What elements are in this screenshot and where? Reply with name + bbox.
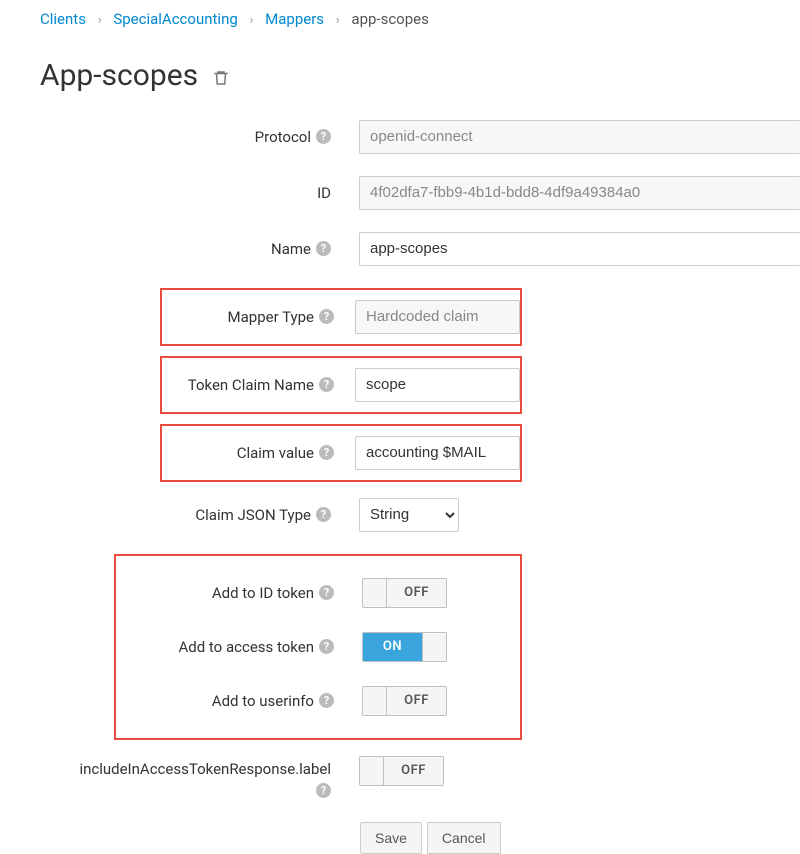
label-mapper-type: Mapper Type ? [162, 308, 348, 326]
form: Protocol ? ID Name ? Mapper Type ? [0, 120, 800, 854]
row-id: ID [0, 176, 800, 210]
toggle-handle [422, 633, 446, 661]
row-protocol: Protocol ? [0, 120, 800, 154]
toggle-label: OFF [387, 687, 446, 715]
label-claim-value-text: Claim value [237, 444, 314, 462]
label-token-claim-name-text: Token Claim Name [188, 376, 314, 394]
save-button[interactable]: Save [360, 822, 422, 854]
help-icon[interactable]: ? [319, 445, 334, 460]
label-include-access-token-response-text: includeInAccessTokenResponse.label [0, 760, 331, 778]
highlight-claim-value: Claim value ? [160, 424, 522, 482]
toggle-add-userinfo[interactable]: OFF [362, 686, 447, 716]
label-add-access-token: Add to access token ? [116, 638, 348, 656]
highlight-token-claim-name: Token Claim Name ? [160, 356, 522, 414]
breadcrumb-special-accounting[interactable]: SpecialAccounting [113, 10, 237, 28]
input-mapper-type [355, 300, 520, 334]
label-claim-json-type-text: Claim JSON Type [195, 506, 311, 524]
toggle-handle [363, 687, 387, 715]
label-claim-value: Claim value ? [162, 444, 348, 462]
label-token-claim-name: Token Claim Name ? [162, 376, 348, 394]
input-id [359, 176, 800, 210]
label-add-access-token-text: Add to access token [179, 638, 315, 656]
row-name: Name ? [0, 232, 800, 266]
help-icon[interactable]: ? [319, 309, 334, 324]
toggle-handle [360, 757, 384, 785]
cancel-button[interactable]: Cancel [427, 822, 501, 854]
trash-icon[interactable] [212, 60, 230, 95]
row-include-access-token-response: includeInAccessTokenResponse.label ? OFF [0, 756, 800, 798]
label-add-userinfo-text: Add to userinfo [212, 692, 314, 710]
breadcrumb-current: app-scopes [351, 10, 428, 28]
input-claim-value[interactable] [355, 436, 520, 470]
help-icon[interactable]: ? [319, 585, 334, 600]
toggle-include-access-token-response[interactable]: OFF [359, 756, 444, 786]
input-name[interactable] [359, 232, 800, 266]
input-token-claim-name[interactable] [355, 368, 520, 402]
label-include-access-token-response: includeInAccessTokenResponse.label ? [0, 756, 345, 798]
help-icon[interactable]: ? [319, 639, 334, 654]
highlight-token-toggles: Add to ID token ? OFF Add to access toke… [114, 554, 522, 740]
toggle-handle [363, 579, 387, 607]
breadcrumb-mappers[interactable]: Mappers [265, 10, 324, 28]
label-id: ID [0, 184, 345, 202]
label-name-text: Name [271, 240, 311, 258]
toggle-label: ON [363, 633, 422, 661]
toggle-label: OFF [384, 757, 443, 785]
toggle-add-id-token[interactable]: OFF [362, 578, 447, 608]
help-icon[interactable]: ? [316, 783, 331, 798]
toggle-label: OFF [387, 579, 446, 607]
highlight-mapper-type: Mapper Type ? [160, 288, 522, 346]
help-icon[interactable]: ? [316, 129, 331, 144]
label-add-id-token-text: Add to ID token [212, 584, 314, 602]
help-icon[interactable]: ? [319, 377, 334, 392]
toggle-add-access-token[interactable]: ON [362, 632, 447, 662]
breadcrumb-sep: › [98, 13, 102, 28]
label-add-userinfo: Add to userinfo ? [116, 692, 348, 710]
breadcrumb-sep: › [250, 13, 254, 28]
input-protocol [359, 120, 800, 154]
label-protocol: Protocol ? [0, 128, 345, 146]
form-buttons: Save Cancel [360, 822, 800, 854]
label-claim-json-type: Claim JSON Type ? [0, 506, 345, 524]
help-icon[interactable]: ? [316, 241, 331, 256]
help-icon[interactable]: ? [319, 693, 334, 708]
label-protocol-text: Protocol [255, 128, 311, 146]
select-claim-json-type[interactable]: String [359, 498, 459, 532]
label-name: Name ? [0, 240, 345, 258]
label-add-id-token: Add to ID token ? [116, 584, 348, 602]
page-title: App-scopes [0, 28, 800, 120]
breadcrumb-sep: › [336, 13, 340, 28]
breadcrumb: Clients › SpecialAccounting › Mappers › … [0, 10, 800, 28]
label-mapper-type-text: Mapper Type [228, 308, 314, 326]
breadcrumb-clients[interactable]: Clients [40, 10, 86, 28]
label-id-text: ID [317, 184, 331, 202]
page-title-text: App-scopes [40, 58, 198, 93]
row-claim-json-type: Claim JSON Type ? String [0, 498, 800, 532]
help-icon[interactable]: ? [316, 507, 331, 522]
